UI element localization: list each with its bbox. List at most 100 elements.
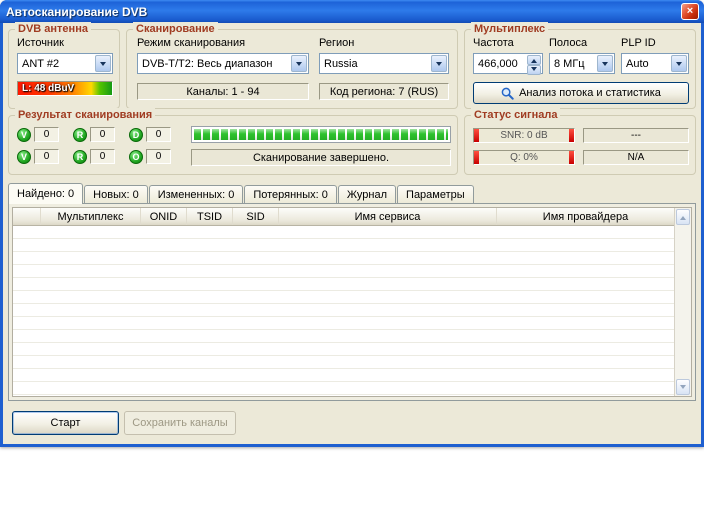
channels-table-body[interactable] <box>13 226 674 396</box>
tab-lost[interactable]: Потерянных: 0 <box>244 185 337 203</box>
antenna-source-value: ANT #2 <box>22 58 59 70</box>
counter-value: 0 <box>90 149 115 164</box>
window-title: Автосканирование DVB <box>6 5 147 19</box>
spin-up-icon[interactable] <box>527 55 541 65</box>
column-header-multiplex[interactable]: Мультиплекс <box>41 208 141 225</box>
channels-table: Мультиплекс ONID TSID SID Имя сервиса Им… <box>12 207 692 397</box>
save-channels-button[interactable]: Сохранить каналы <box>124 411 236 435</box>
group-scanning: Сканирование Режим сканирования DVB-T/T2… <box>126 29 458 109</box>
counter-item: V 0 <box>17 127 73 142</box>
antenna-source-select[interactable]: ANT #2 <box>17 53 113 74</box>
data-service-icon: D <box>129 128 143 142</box>
tab-new[interactable]: Новых: 0 <box>84 185 148 203</box>
chevron-down-icon[interactable] <box>431 55 447 72</box>
radio-service-icon: R <box>73 150 87 164</box>
chevron-down-icon[interactable] <box>291 55 307 72</box>
radio-service-icon: R <box>73 128 87 142</box>
quality-text: Q: 0% <box>479 151 569 164</box>
column-header-onid[interactable]: ONID <box>141 208 187 225</box>
counter-value: 0 <box>34 127 59 142</box>
plp-id-label: PLP ID <box>621 37 656 49</box>
quality-value: N/A <box>628 152 645 163</box>
column-header-provider[interactable]: Имя провайдера <box>497 208 674 225</box>
group-dvb-antenna: DVB антенна Источник ANT #2 L: 48 dBuV <box>8 29 120 109</box>
group-signal-status: Статус сигнала SNR: 0 dB --- Q: 0% N/A <box>464 115 696 175</box>
close-button[interactable]: × <box>681 3 699 20</box>
tab-label: Параметры <box>406 189 465 201</box>
channels-table-header: Мультиплекс ONID TSID SID Имя сервиса Им… <box>13 208 674 226</box>
channels-table-main: Мультиплекс ONID TSID SID Имя сервиса Им… <box>13 208 674 396</box>
frequency-spin-buttons <box>527 55 541 72</box>
region-code-panel: Код региона: 7 (RUS) <box>319 83 449 100</box>
tab-found[interactable]: Найдено: 0 <box>8 183 83 204</box>
save-channels-label: Сохранить каналы <box>132 417 227 429</box>
result-tabs: Найдено: 0 Новых: 0 Измененных: 0 Потеря… <box>8 182 696 203</box>
column-header-tsid[interactable]: TSID <box>187 208 233 225</box>
counter-value: 0 <box>146 127 171 142</box>
bandwidth-select[interactable]: 8 МГц <box>549 53 615 74</box>
frequency-value: 466,000 <box>478 58 518 70</box>
counter-item: R 0 <box>73 127 129 142</box>
vertical-scrollbar[interactable] <box>674 208 691 396</box>
chevron-down-icon[interactable] <box>671 55 687 72</box>
tab-label: Новых: 0 <box>93 189 139 201</box>
group-scanning-caption: Сканирование <box>133 22 218 36</box>
region-label: Регион <box>319 37 354 49</box>
snr-text: SNR: 0 dB <box>479 129 569 142</box>
tab-changed[interactable]: Измененных: 0 <box>149 185 244 203</box>
chevron-down-icon[interactable] <box>597 55 613 72</box>
counter-item: R 0 <box>73 149 129 164</box>
scan-progress-fill <box>194 129 448 140</box>
other-service-icon: O <box>129 150 143 164</box>
snr-value: --- <box>631 130 641 141</box>
video-service-icon: V <box>17 128 31 142</box>
meter-red-mark <box>569 151 574 164</box>
counter-value: 0 <box>90 127 115 142</box>
group-dvb-antenna-caption: DVB антенна <box>15 22 91 36</box>
service-counters: V 0 R 0 D 0 V 0 R 0 <box>17 127 185 164</box>
region-select[interactable]: Russia <box>319 53 449 74</box>
tab-log[interactable]: Журнал <box>338 185 396 203</box>
signal-level-meter: L: 48 dBuV <box>17 81 113 96</box>
spin-down-icon[interactable] <box>527 65 541 75</box>
analyze-stream-button[interactable]: Анализ потока и статистика <box>473 82 689 104</box>
counter-item: O 0 <box>129 149 185 164</box>
plp-id-select[interactable]: Auto <box>621 53 689 74</box>
scroll-down-icon[interactable] <box>676 379 690 395</box>
counter-item: D 0 <box>129 127 185 142</box>
group-scan-result-caption: Результат сканирования <box>15 108 155 122</box>
group-multiplex-caption: Мультиплекс <box>471 22 548 36</box>
video-service-icon: V <box>17 150 31 164</box>
tab-label: Потерянных: 0 <box>253 189 328 201</box>
counter-item: V 0 <box>17 149 73 164</box>
channels-range-text: Каналы: 1 - 94 <box>186 86 259 98</box>
scan-mode-select[interactable]: DVB-T/T2: Весь диапазон <box>137 53 309 74</box>
column-header-sid[interactable]: SID <box>233 208 279 225</box>
scan-mode-label: Режим сканирования <box>137 37 245 49</box>
source-label: Источник <box>17 37 64 49</box>
region-code-text: Код региона: 7 (RUS) <box>330 86 438 98</box>
scan-status-text: Сканирование завершено. <box>253 152 389 164</box>
scan-status-panel: Сканирование завершено. <box>191 149 451 166</box>
snr-meter: SNR: 0 dB <box>473 128 575 143</box>
close-icon: × <box>687 6 693 17</box>
quality-meter: Q: 0% <box>473 150 575 165</box>
chevron-down-icon[interactable] <box>95 55 111 72</box>
counter-value: 0 <box>34 149 59 164</box>
frequency-spinner[interactable]: 466,000 <box>473 53 543 74</box>
group-scan-result: Результат сканирования V 0 R 0 D 0 V 0 <box>8 115 458 175</box>
magnifier-icon <box>501 87 514 100</box>
group-signal-status-caption: Статус сигнала <box>471 108 560 122</box>
start-button[interactable]: Старт <box>12 411 119 435</box>
title-bar[interactable]: Автосканирование DVB × <box>0 0 704 23</box>
tab-label: Журнал <box>347 189 387 201</box>
tab-parameters[interactable]: Параметры <box>397 185 474 203</box>
column-header-select[interactable] <box>13 208 41 225</box>
tab-pane: Мультиплекс ONID TSID SID Имя сервиса Им… <box>8 203 696 401</box>
meter-red-mark <box>569 129 574 142</box>
tab-label: Измененных: 0 <box>158 189 235 201</box>
column-header-service[interactable]: Имя сервиса <box>279 208 497 225</box>
frequency-label: Частота <box>473 37 514 49</box>
dialog-client-area: DVB антенна Источник ANT #2 L: 48 dBuV С… <box>3 23 701 444</box>
scroll-up-icon[interactable] <box>676 209 690 225</box>
